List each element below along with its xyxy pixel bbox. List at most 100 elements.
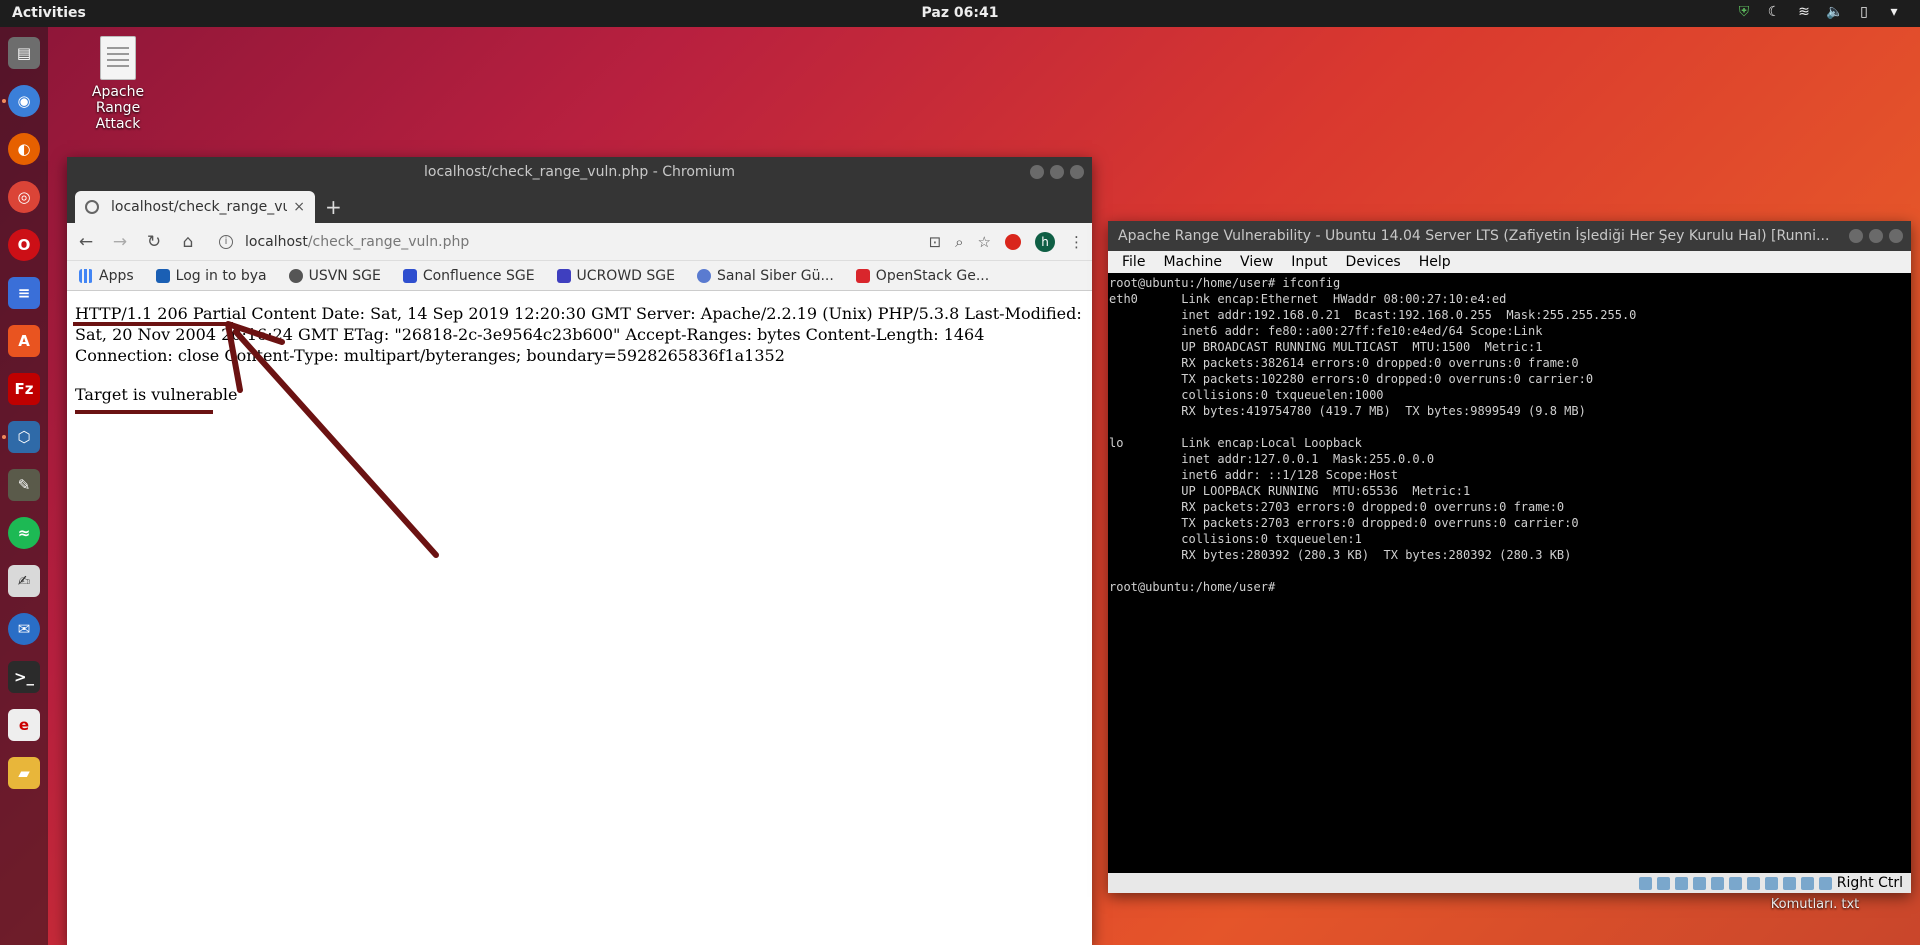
vm-console[interactable]: root@ubuntu:/home/user# ifconfig eth0 Li…	[1108, 273, 1911, 873]
text-editor-icon[interactable]: ✍	[8, 565, 40, 597]
apps-grid-icon	[79, 268, 93, 283]
bookmark-openstack[interactable]: OpenStack Ge...	[855, 268, 989, 284]
globe-icon	[288, 268, 303, 283]
page-content: HTTP/1.1 206 Partial Content Date: Sat, …	[67, 291, 1092, 435]
bookmark-usvn[interactable]: USVN SGE	[288, 268, 381, 284]
minimize-button[interactable]	[1030, 165, 1044, 179]
top-bar: Activities Paz 06:41 ⛨ ☾ ≋ 🔈 ▯ ▾	[0, 0, 1920, 27]
globe-icon	[85, 200, 99, 214]
tab-title: localhost/check_range_vu	[111, 199, 288, 215]
thunderbird-icon[interactable]: ✉	[8, 613, 40, 645]
network-icon[interactable]	[1692, 876, 1706, 890]
window-titlebar[interactable]: Apache Range Vulnerability - Ubuntu 14.0…	[1108, 221, 1911, 251]
opera-icon[interactable]: O	[8, 229, 40, 261]
desktop-file-komutlari[interactable]: Komutları. txt	[1770, 897, 1860, 913]
menu-devices[interactable]: Devices	[1346, 254, 1401, 270]
desktop-file-apache[interactable]: Apache Range Attack	[73, 36, 163, 132]
bookmark-ucrowd[interactable]: UCROWD SGE	[556, 268, 675, 284]
menu-input[interactable]: Input	[1291, 254, 1327, 270]
forward-icon[interactable]: →	[109, 232, 131, 252]
file-icon	[100, 36, 136, 80]
tab-strip: localhost/check_range_vu × +	[67, 187, 1092, 223]
cloud-icon	[696, 268, 711, 283]
gimp-icon[interactable]: ✎	[8, 469, 40, 501]
result-text: Target is vulnerable	[75, 385, 238, 404]
chromium-window: localhost/check_range_vuln.php - Chromiu…	[67, 157, 1092, 945]
window-titlebar[interactable]: localhost/check_range_vuln.php - Chromiu…	[67, 157, 1092, 187]
chrome-icon[interactable]: ◎	[8, 181, 40, 213]
reload-icon[interactable]: ↻	[143, 232, 165, 252]
docs-icon[interactable]: ≡	[8, 277, 40, 309]
files-icon[interactable]: ▤	[8, 37, 40, 69]
firefox-icon[interactable]: ◐	[8, 133, 40, 165]
annotation-underline	[75, 410, 213, 414]
menu-help[interactable]: Help	[1419, 254, 1451, 270]
menu-view[interactable]: View	[1240, 254, 1273, 270]
window-title: localhost/check_range_vuln.php - Chromiu…	[424, 164, 735, 180]
bya-icon	[155, 268, 170, 283]
bookmark-apps[interactable]: Apps	[79, 268, 134, 284]
maximize-button[interactable]	[1050, 165, 1064, 179]
shared-folder-icon[interactable]	[1728, 876, 1742, 890]
desktop-file-label: Apache Range Attack	[91, 84, 145, 132]
virtualbox-window: Apache Range Vulnerability - Ubuntu 14.0…	[1108, 221, 1911, 893]
display-icon[interactable]	[1746, 876, 1760, 890]
translate-icon[interactable]: ⊡	[929, 233, 942, 251]
bookmarks-bar: Apps Log in to bya USVN SGE Confluence S…	[67, 261, 1092, 291]
system-tray[interactable]: ⛨ ☾ ≋ 🔈 ▯ ▾	[1736, 4, 1902, 20]
shield-icon[interactable]: ⛨	[1736, 4, 1752, 20]
menu-icon[interactable]: ⋮	[1069, 233, 1084, 251]
address-bar[interactable]: i localhost/check_range_vuln.php	[211, 227, 917, 257]
status-bar: Right Ctrl	[1108, 873, 1911, 893]
virtualbox-icon[interactable]: ⬡	[8, 421, 40, 453]
terminal-icon[interactable]: >_	[8, 661, 40, 693]
folder-icon[interactable]: ▰	[8, 757, 40, 789]
star-icon[interactable]: ☆	[978, 233, 991, 251]
close-button[interactable]	[1070, 165, 1084, 179]
minimize-button[interactable]	[1849, 229, 1863, 243]
chromium-icon[interactable]: ◉	[8, 85, 40, 117]
disk-icon[interactable]	[1638, 876, 1652, 890]
chevron-down-icon[interactable]: ▾	[1886, 4, 1902, 20]
editor-icon[interactable]: e	[8, 709, 40, 741]
dock: ▤ ◉ ◐ ◎ O ≡ A Fz ⬡ ✎ ≈ ✍ ✉ >_ e ▰	[0, 27, 48, 945]
spotify-icon[interactable]: ≈	[8, 517, 40, 549]
filezilla-icon[interactable]: Fz	[8, 373, 40, 405]
menu-machine[interactable]: Machine	[1163, 254, 1222, 270]
back-icon[interactable]: ←	[75, 232, 97, 252]
extension-icon[interactable]	[1005, 233, 1021, 250]
close-button[interactable]	[1889, 229, 1903, 243]
battery-icon[interactable]: ▯	[1856, 4, 1872, 20]
openstack-icon	[855, 268, 870, 283]
url-host: localhost	[245, 233, 308, 250]
bookmark-bya[interactable]: Log in to bya	[155, 268, 267, 284]
clock[interactable]: Paz 06:41	[0, 5, 1920, 21]
tab-active[interactable]: localhost/check_range_vu ×	[75, 191, 315, 223]
avatar[interactable]: h	[1035, 231, 1055, 252]
maximize-button[interactable]	[1869, 229, 1883, 243]
software-center-icon[interactable]: A	[8, 325, 40, 357]
bookmark-confluence[interactable]: Confluence SGE	[402, 268, 535, 284]
bookmark-sanal-siber[interactable]: Sanal Siber Gü...	[696, 268, 834, 284]
night-light-icon[interactable]: ☾	[1766, 4, 1782, 20]
annotation-underline	[73, 322, 233, 326]
menu-bar: File Machine View Input Devices Help	[1108, 251, 1911, 273]
keyboard-icon[interactable]	[1818, 876, 1832, 890]
mouse-integration-icon[interactable]	[1800, 876, 1814, 890]
info-icon[interactable]: i	[219, 234, 233, 249]
wifi-icon[interactable]: ≋	[1796, 4, 1812, 20]
volume-icon[interactable]: 🔈	[1826, 4, 1843, 20]
cpu-icon[interactable]	[1782, 876, 1796, 890]
zoom-icon[interactable]: ⌕	[955, 233, 963, 251]
recording-icon[interactable]	[1764, 876, 1778, 890]
new-tab-button[interactable]: +	[325, 195, 342, 219]
home-icon[interactable]: ⌂	[177, 232, 199, 252]
audio-icon[interactable]	[1674, 876, 1688, 890]
optical-icon[interactable]	[1656, 876, 1670, 890]
close-tab-icon[interactable]: ×	[293, 199, 305, 215]
usb-icon[interactable]	[1710, 876, 1724, 890]
desktop-file-label: Komutları. txt	[1770, 897, 1860, 912]
browser-toolbar: ← → ↻ ⌂ i localhost/check_range_vuln.php…	[67, 223, 1092, 261]
menu-file[interactable]: File	[1122, 254, 1145, 270]
host-key-label: Right Ctrl	[1836, 875, 1903, 891]
